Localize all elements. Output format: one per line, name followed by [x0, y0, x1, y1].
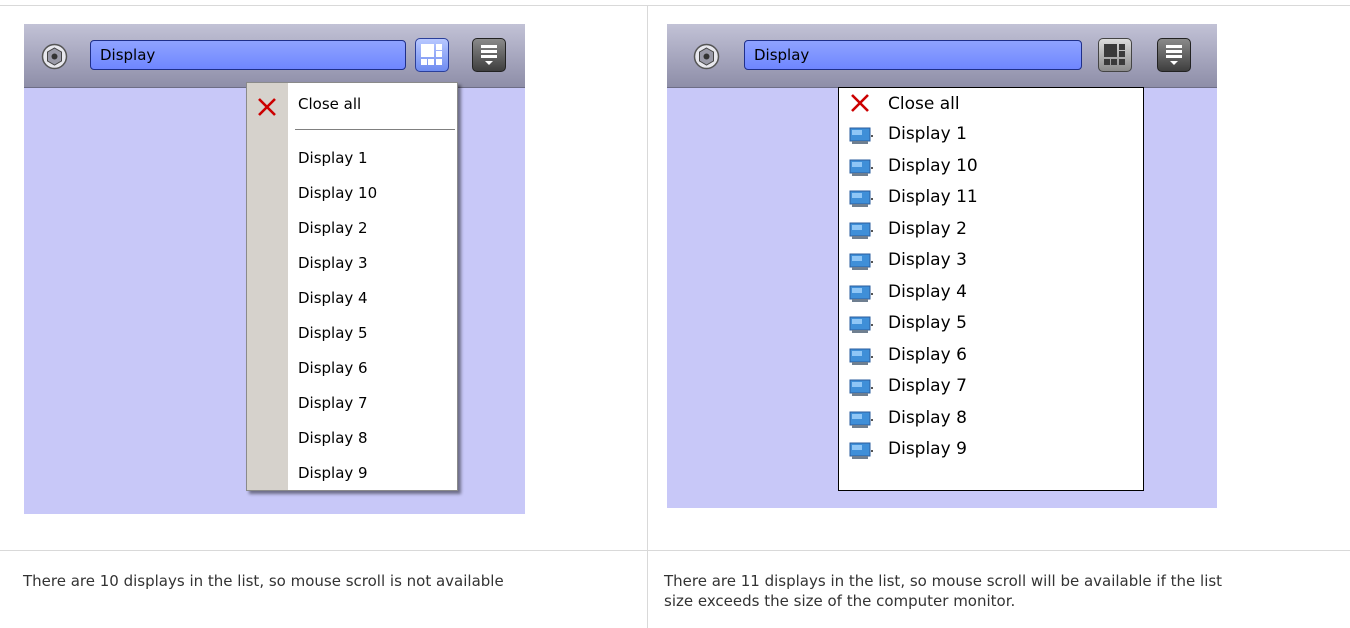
menu-separator [295, 129, 455, 133]
menu-item-display[interactable]: Display 8 [298, 429, 368, 447]
menu-item-display[interactable]: Display 7 [298, 394, 368, 412]
menu-button[interactable] [472, 38, 506, 72]
left-screenshot: Display Close all Display 1 Display 10 D… [24, 24, 525, 514]
layout-button[interactable] [415, 38, 449, 72]
menu-item-display[interactable]: Display 4 [298, 289, 368, 307]
menu-item-display[interactable]: Display 7 [888, 376, 967, 396]
camera-icon[interactable] [41, 43, 68, 70]
monitor-icon [849, 348, 873, 365]
close-x-icon [851, 94, 869, 112]
menu-item-display[interactable]: Display 3 [888, 250, 967, 270]
menu-item-close-all[interactable]: Close all [888, 94, 960, 114]
menu-item-display[interactable]: Display 10 [888, 156, 978, 176]
monitor-icon [849, 253, 873, 270]
menu-item-display[interactable]: Display 6 [888, 345, 967, 365]
monitor-icon [849, 159, 873, 176]
monitor-icon [849, 190, 873, 207]
menu-item-display[interactable]: Display 10 [298, 184, 377, 202]
close-x-icon [258, 98, 276, 116]
layout-grid-icon [421, 44, 442, 65]
menu-list-icon [481, 45, 497, 65]
display-dropdown-menu: Close all Display 1 Display 10 Display 11 D… [838, 87, 1144, 491]
table-divider-horizontal [0, 550, 1350, 551]
menu-item-display[interactable]: Display 4 [888, 282, 967, 302]
display-field-value: Display [100, 46, 156, 64]
menu-item-display[interactable]: Display 1 [298, 149, 368, 167]
layout-grid-icon [1104, 44, 1125, 65]
menu-item-display[interactable]: Display 11 [888, 187, 978, 207]
display-field[interactable]: Display [744, 40, 1082, 70]
menu-item-close-all[interactable]: Close all [298, 95, 361, 113]
monitor-icon [849, 411, 873, 428]
menu-item-display[interactable]: Display 8 [888, 408, 967, 428]
display-field[interactable]: Display [90, 40, 406, 70]
menu-item-display[interactable]: Display 9 [888, 439, 967, 459]
menu-button[interactable] [1157, 38, 1191, 72]
monitor-icon [849, 222, 873, 239]
monitor-icon [849, 127, 873, 144]
menu-item-display[interactable]: Display 3 [298, 254, 368, 272]
display-field-value: Display [754, 46, 810, 64]
menu-icon-gutter [247, 83, 288, 490]
layout-button[interactable] [1098, 38, 1132, 72]
menu-item-display[interactable]: Display 5 [298, 324, 368, 342]
menu-item-display[interactable]: Display 9 [298, 464, 368, 482]
table-border-top [0, 5, 1350, 6]
menu-list-icon [1166, 45, 1182, 65]
menu-item-display[interactable]: Display 2 [298, 219, 368, 237]
menu-item-display[interactable]: Display 1 [888, 124, 967, 144]
display-dropdown-menu: Close all Display 1 Display 10 Display 2… [246, 82, 458, 491]
camera-icon[interactable] [693, 43, 720, 70]
left-caption: There are 10 displays in the list, so mo… [23, 572, 504, 590]
right-caption-line2: size exceeds the size of the computer mo… [664, 592, 1016, 610]
menu-item-display[interactable]: Display 2 [888, 219, 967, 239]
right-caption-line1: There are 11 displays in the list, so mo… [664, 572, 1223, 590]
monitor-icon [849, 379, 873, 396]
menu-item-display[interactable]: Display 5 [888, 313, 967, 333]
right-screenshot: Display Close all Display 1 Display 10 Dis… [667, 24, 1217, 508]
monitor-icon [849, 285, 873, 302]
monitor-icon [849, 442, 873, 459]
monitor-icon [849, 316, 873, 333]
table-divider-vertical [647, 5, 648, 628]
left-toolbar: Display [24, 24, 525, 88]
right-toolbar: Display [667, 24, 1217, 88]
menu-item-display[interactable]: Display 6 [298, 359, 368, 377]
